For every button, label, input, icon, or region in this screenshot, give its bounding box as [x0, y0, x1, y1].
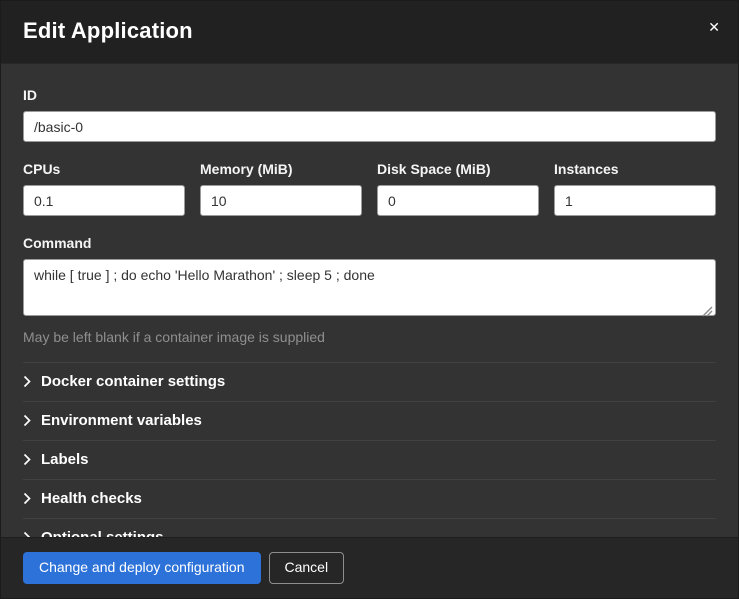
id-label: ID [23, 87, 716, 103]
section-labels[interactable]: Labels [23, 440, 716, 479]
instances-input[interactable] [554, 185, 716, 216]
modal-header: Edit Application ✕ [1, 1, 738, 64]
instances-field-group: Instances [554, 161, 716, 216]
memory-label: Memory (MiB) [200, 161, 362, 177]
section-label: Health checks [41, 490, 142, 507]
command-field-group: Command while [ true ] ; do echo 'Hello … [23, 235, 716, 345]
command-input[interactable]: while [ true ] ; do echo 'Hello Marathon… [23, 259, 716, 316]
command-textarea-wrap: while [ true ] ; do echo 'Hello Marathon… [23, 259, 716, 321]
instances-label: Instances [554, 161, 716, 177]
cancel-button[interactable]: Cancel [269, 552, 345, 584]
resize-handle-icon[interactable] [702, 306, 713, 317]
section-label: Optional settings [41, 529, 164, 537]
deploy-button[interactable]: Change and deploy configuration [23, 552, 261, 584]
chevron-right-icon [23, 414, 31, 427]
chevron-right-icon [23, 375, 31, 388]
close-button[interactable]: ✕ [704, 16, 724, 38]
disk-input[interactable] [377, 185, 539, 216]
edit-application-modal: Edit Application ✕ ID CPUs Memory (MiB) … [0, 0, 739, 599]
section-label: Environment variables [41, 412, 202, 429]
memory-field-group: Memory (MiB) [200, 161, 362, 216]
section-label: Docker container settings [41, 373, 225, 390]
memory-input[interactable] [200, 185, 362, 216]
modal-body: ID CPUs Memory (MiB) Disk Space (MiB) In… [1, 64, 738, 537]
resources-row: CPUs Memory (MiB) Disk Space (MiB) Insta… [23, 161, 716, 216]
section-label: Labels [41, 451, 89, 468]
disk-label: Disk Space (MiB) [377, 161, 539, 177]
modal-footer: Change and deploy configuration Cancel [1, 537, 738, 598]
chevron-right-icon [23, 453, 31, 466]
modal-title: Edit Application [23, 18, 716, 44]
chevron-right-icon [23, 492, 31, 505]
close-icon: ✕ [708, 19, 720, 35]
command-label: Command [23, 235, 716, 251]
id-field-group: ID [23, 87, 716, 142]
section-optional-settings[interactable]: Optional settings [23, 518, 716, 537]
cpus-input[interactable] [23, 185, 185, 216]
disk-field-group: Disk Space (MiB) [377, 161, 539, 216]
collapsible-sections: Docker container settings Environment va… [23, 362, 716, 537]
section-environment-variables[interactable]: Environment variables [23, 401, 716, 440]
cpus-field-group: CPUs [23, 161, 185, 216]
section-health-checks[interactable]: Health checks [23, 479, 716, 518]
section-docker-container-settings[interactable]: Docker container settings [23, 362, 716, 401]
id-input[interactable] [23, 111, 716, 142]
cpus-label: CPUs [23, 161, 185, 177]
command-help-text: May be left blank if a container image i… [23, 329, 716, 345]
